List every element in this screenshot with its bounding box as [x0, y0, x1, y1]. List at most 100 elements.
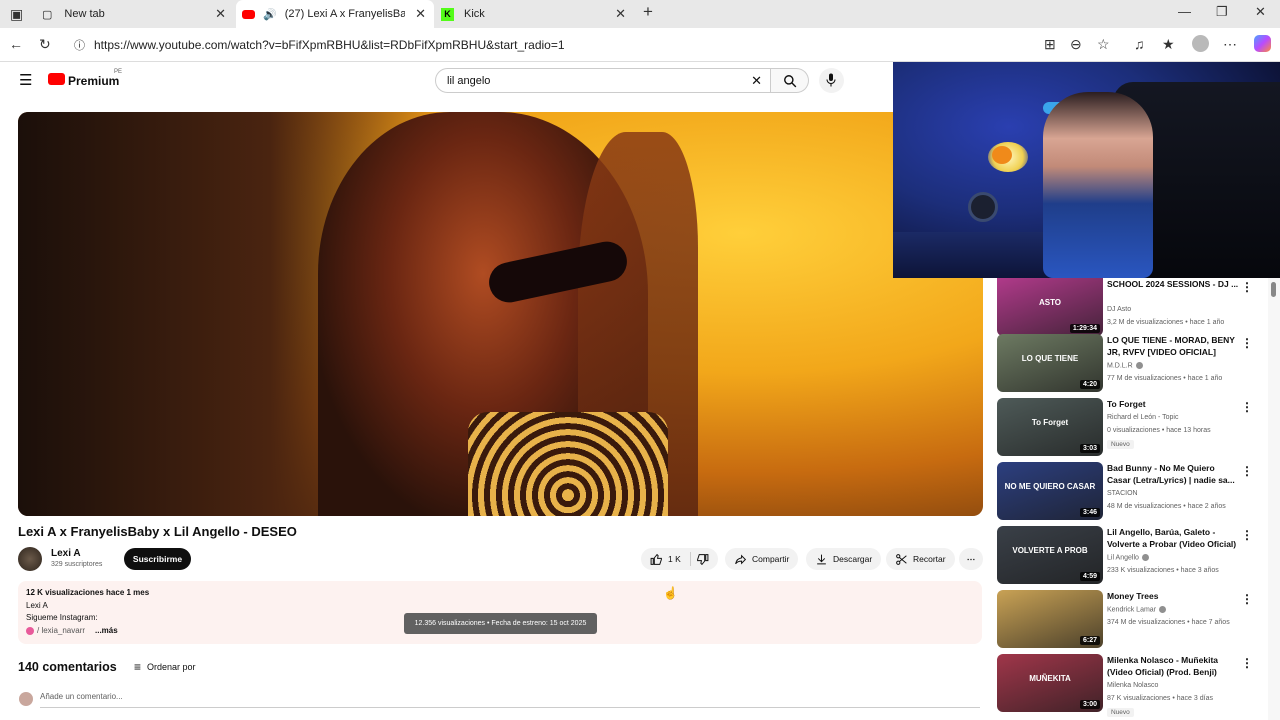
- video-duration: 4:20: [1079, 380, 1100, 389]
- comment-input[interactable]: Añade un comentario...: [40, 692, 980, 708]
- logo-text[interactable]: Premium: [68, 74, 119, 88]
- video-player[interactable]: [18, 112, 983, 516]
- youtube-favicon-icon: [242, 9, 255, 19]
- verified-check-icon: [1135, 362, 1143, 369]
- clip-button[interactable]: Recortar: [886, 548, 955, 570]
- extension-icon[interactable]: ♫: [1134, 36, 1145, 52]
- like-button[interactable]: 1 K: [641, 548, 718, 570]
- recommendation-item[interactable]: NO ME QUIERO CASAR 3:46 Bad Bunny - No Me …: [997, 462, 1267, 522]
- apps-icon[interactable]: ⊞: [1044, 36, 1056, 53]
- menu-hamburger-icon[interactable]: ☰: [19, 71, 32, 89]
- recommendation-item[interactable]: VOLVERTE A PROB 4:59 Lil Angello, Barúa, G…: [997, 526, 1267, 586]
- scissors-icon: [896, 553, 907, 565]
- sort-label: Ordenar por: [147, 662, 196, 672]
- new-tab-plus-icon[interactable]: +: [643, 2, 653, 22]
- recommendation-item[interactable]: To Forget 3:03 To Forget ⋮ Richard el León -…: [997, 398, 1267, 458]
- overlay-person: [1043, 92, 1153, 278]
- tab-kick[interactable]: K Kick ✕: [436, 0, 634, 28]
- more-vertical-icon[interactable]: ⋮: [1241, 464, 1253, 478]
- recommendation-item[interactable]: 6:27 Money Trees ⋮ Kendrick Lamar 374 M de v…: [997, 590, 1267, 650]
- show-more-link[interactable]: ...más: [95, 626, 118, 635]
- video-thumbnail[interactable]: NO ME QUIERO CASAR 3:46: [997, 462, 1103, 520]
- recommendation-channel[interactable]: Richard el León - Topic: [1107, 414, 1178, 421]
- url-field[interactable]: ⓘ https://www.youtube.com/watch?v=bFifXp…: [66, 32, 1236, 58]
- share-button[interactable]: Compartir: [725, 548, 799, 570]
- site-info-icon[interactable]: ⓘ: [74, 37, 85, 53]
- favorite-star-icon[interactable]: ☆: [1097, 36, 1110, 53]
- tab-title: New tab: [64, 8, 105, 20]
- recommendation-title[interactable]: Milenka Nolasco - Muñekita (Video Oficia…: [1107, 654, 1239, 678]
- more-vertical-icon[interactable]: ⋮: [1241, 656, 1253, 670]
- more-menu-icon[interactable]: ⋯: [1223, 36, 1237, 53]
- recommendation-channel[interactable]: STACION: [1107, 490, 1138, 497]
- recommendation-title[interactable]: Bad Bunny - No Me Quiero Casar (Letra/Ly…: [1107, 462, 1239, 486]
- download-button[interactable]: Descargar: [806, 548, 882, 570]
- instagram-link[interactable]: / lexia_navarr: [37, 626, 92, 635]
- recommendation-channel[interactable]: Milenka Nolasco: [1107, 682, 1158, 689]
- download-label: Descargar: [833, 554, 873, 564]
- reload-icon[interactable]: ↻: [39, 36, 51, 53]
- description-line: Lexi A: [26, 601, 48, 610]
- tab-youtube[interactable]: 🔊 (27) Lexi A x FranyelisBaby x ✕: [236, 0, 434, 28]
- scrollbar-track[interactable]: [1268, 278, 1280, 720]
- window-close-icon[interactable]: ✕: [1255, 4, 1266, 20]
- channel-name: M.D.L.R: [1107, 362, 1133, 370]
- microphone-icon: [826, 73, 836, 87]
- youtube-logo-icon[interactable]: [48, 73, 65, 85]
- profile-avatar-icon[interactable]: [1192, 35, 1209, 52]
- minimize-icon[interactable]: —: [1178, 4, 1191, 19]
- sort-button[interactable]: ≡ Ordenar por: [134, 660, 196, 674]
- back-arrow-icon[interactable]: ←: [9, 36, 23, 52]
- speaker-icon[interactable]: 🔊: [263, 8, 277, 21]
- copilot-icon[interactable]: [1254, 35, 1271, 52]
- recommendation-channel[interactable]: Lil Angello: [1107, 554, 1149, 561]
- recommendation-item[interactable]: LO QUE TIENE 4:20 LO QUE TIENE - MORAD, BE…: [997, 334, 1267, 394]
- mouse-cursor-icon: ☝: [663, 586, 678, 600]
- thumbnail-text: ASTO: [1038, 298, 1062, 307]
- tab-actions-icon[interactable]: ▣: [10, 6, 23, 23]
- recommendation-title[interactable]: SCHOOL 2024 SESSIONS - DJ ...: [1107, 278, 1239, 290]
- close-icon[interactable]: ✕: [615, 6, 626, 22]
- channel-name[interactable]: Lexi A: [51, 548, 81, 559]
- recommendation-channel[interactable]: M.D.L.R: [1107, 362, 1143, 369]
- thumbs-down-icon[interactable]: [696, 553, 709, 566]
- clear-search-icon[interactable]: ✕: [751, 73, 762, 89]
- tab-new-tab[interactable]: ▢ New tab ✕: [34, 0, 234, 28]
- more-vertical-icon[interactable]: ⋮: [1241, 280, 1253, 294]
- recommendation-item[interactable]: ASTO 1:29:34 SCHOOL 2024 SESSIONS - DJ ...…: [997, 278, 1267, 338]
- verified-check-icon: [1141, 554, 1149, 561]
- zoom-icon[interactable]: ⊖: [1070, 36, 1082, 53]
- more-vertical-icon[interactable]: ⋮: [1241, 592, 1253, 606]
- maximize-icon[interactable]: ❐: [1216, 4, 1228, 20]
- subscribe-button[interactable]: Suscribirme: [124, 548, 191, 570]
- comments-count: 140 comentarios: [18, 660, 117, 674]
- video-thumbnail[interactable]: MUÑEKITA 3:00: [997, 654, 1103, 712]
- more-vertical-icon[interactable]: ⋮: [1241, 400, 1253, 414]
- more-vertical-icon[interactable]: ⋮: [1241, 336, 1253, 350]
- video-thumbnail[interactable]: 6:27: [997, 590, 1103, 648]
- recommendation-item[interactable]: MUÑEKITA 3:00 Milenka Nolasco - Muñekita (…: [997, 654, 1267, 717]
- favorites-icon[interactable]: ★: [1162, 36, 1175, 53]
- share-label: Compartir: [752, 554, 790, 564]
- recommendation-channel[interactable]: DJ Asto: [1107, 306, 1131, 313]
- scrollbar-thumb[interactable]: [1271, 282, 1276, 297]
- recommendation-title[interactable]: To Forget: [1107, 398, 1239, 410]
- video-thumbnail[interactable]: To Forget 3:03: [997, 398, 1103, 456]
- close-icon[interactable]: ✕: [415, 6, 426, 22]
- video-thumbnail[interactable]: LO QUE TIENE 4:20: [997, 334, 1103, 392]
- search-button[interactable]: [771, 68, 809, 93]
- recommendation-title[interactable]: Money Trees: [1107, 590, 1239, 602]
- recommendation-channel[interactable]: Kendrick Lamar: [1107, 606, 1167, 613]
- video-thumbnail[interactable]: ASTO 1:29:34: [997, 278, 1103, 336]
- search-input[interactable]: lil angelo ✕: [435, 68, 771, 93]
- more-vertical-icon[interactable]: ⋮: [1241, 528, 1253, 542]
- voice-search-button[interactable]: [819, 68, 844, 93]
- search-icon: [784, 75, 797, 88]
- recommendation-title[interactable]: LO QUE TIENE - MORAD, BENY JR, RVFV [VID…: [1107, 334, 1239, 358]
- channel-avatar[interactable]: [18, 547, 42, 571]
- video-thumbnail[interactable]: VOLVERTE A PROB 4:59: [997, 526, 1103, 584]
- recommendation-title[interactable]: Lil Angello, Barúa, Galeto - Volverte a …: [1107, 526, 1239, 550]
- more-actions-button[interactable]: ⋯: [959, 548, 983, 570]
- close-icon[interactable]: ✕: [215, 6, 226, 22]
- channel-name: Lil Angello: [1107, 554, 1139, 562]
